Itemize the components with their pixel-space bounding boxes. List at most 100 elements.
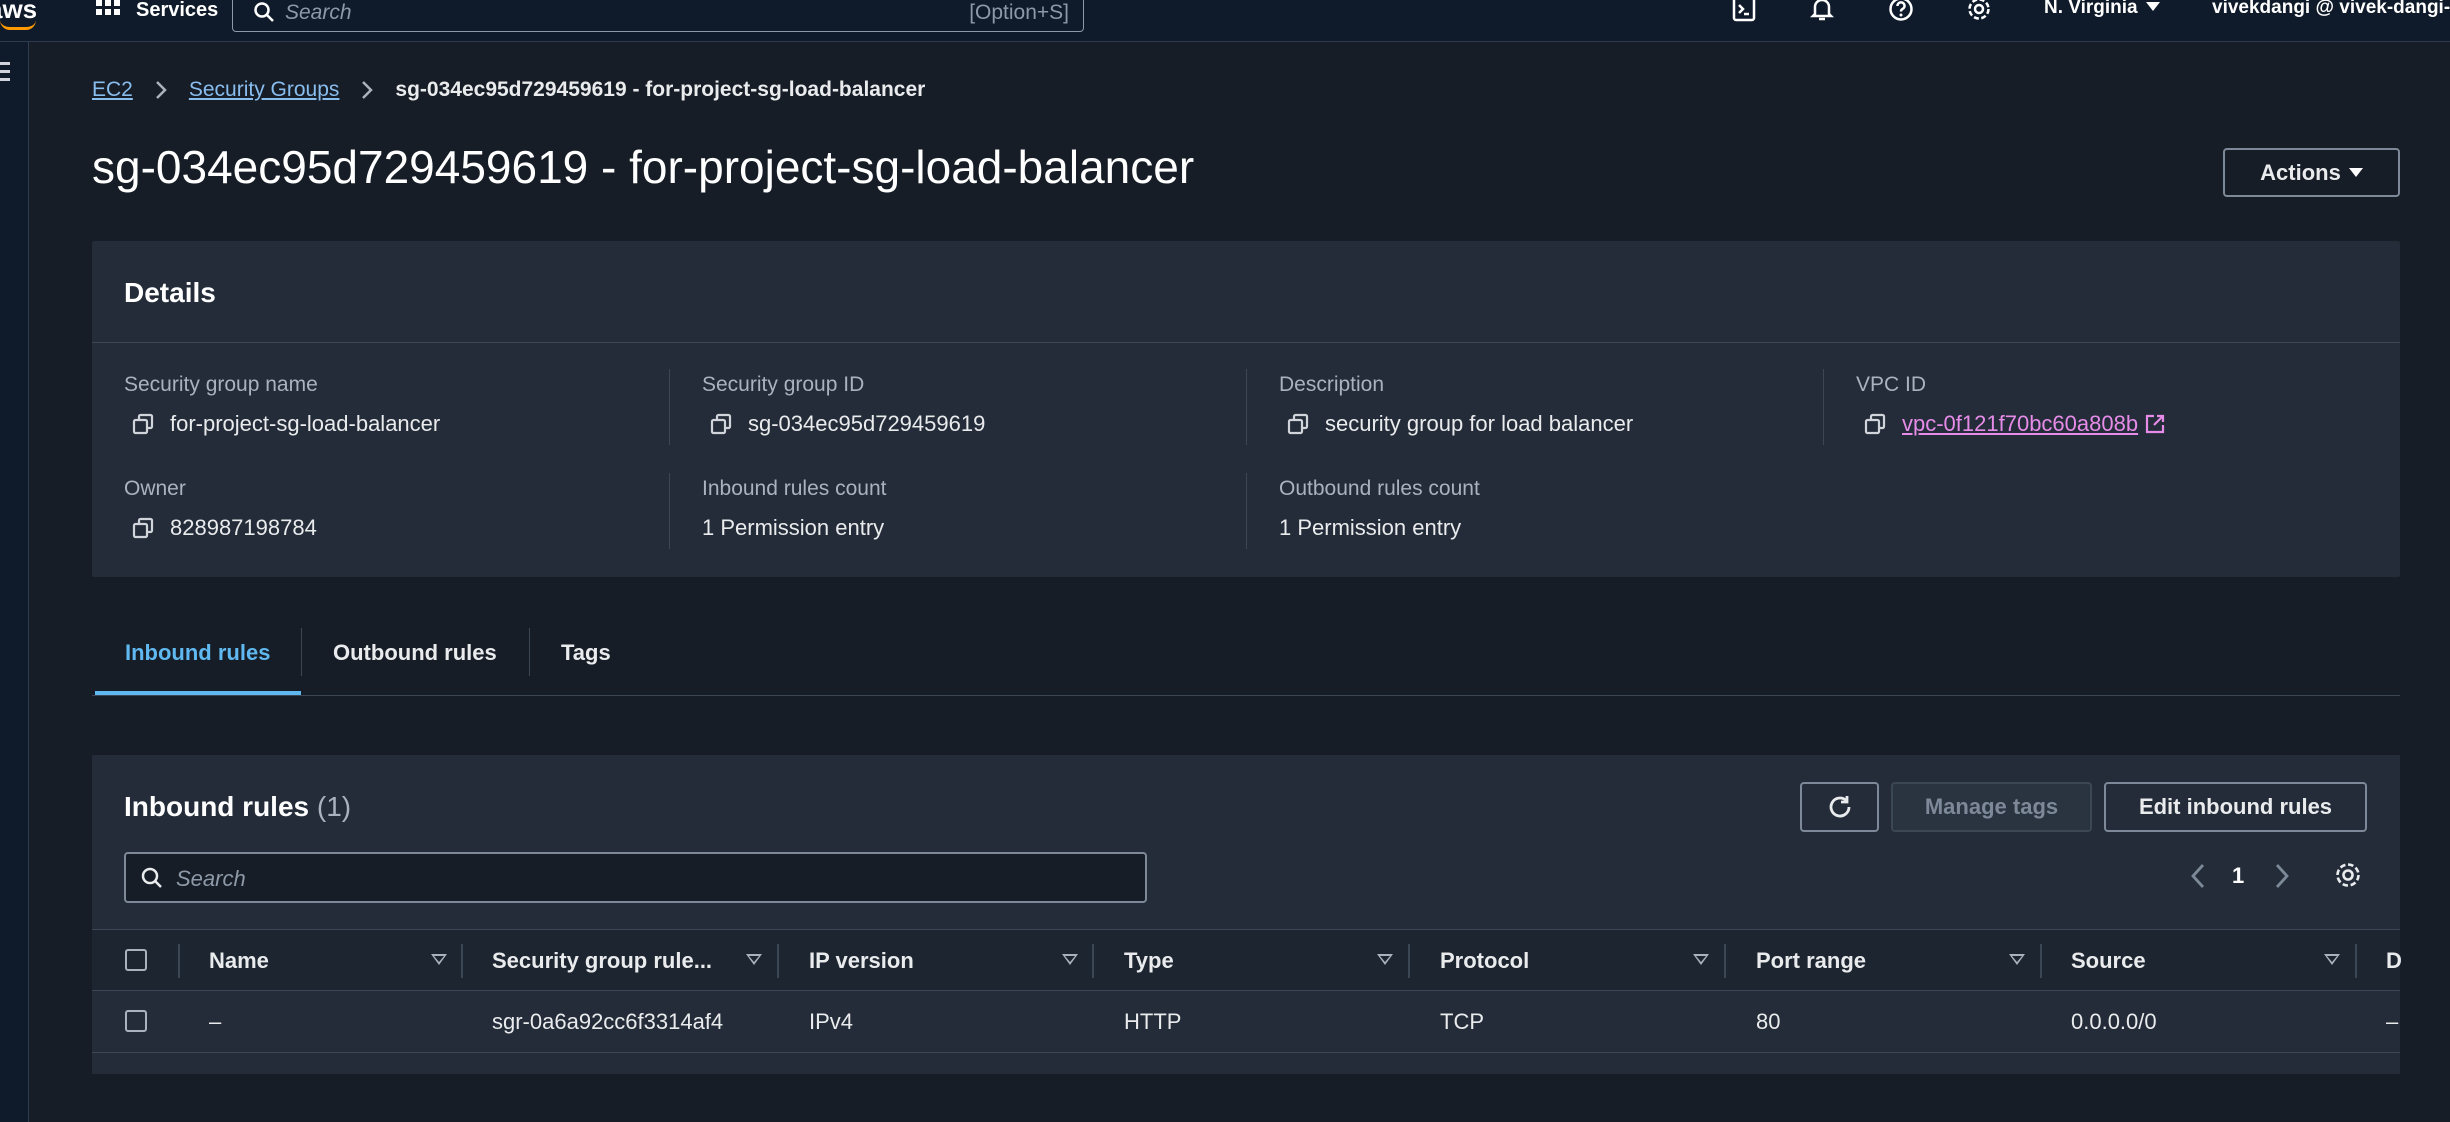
column-header-source[interactable]: Source [2071,948,2146,974]
refresh-button[interactable] [1800,782,1879,832]
column-divider [1092,944,1094,978]
side-navigation-rail [0,42,29,1122]
account-menu[interactable]: vivekdangi @ vivek-dangi-a [2212,0,2450,19]
top-navigation: aws Services Search [Option+S] N. Virgin… [0,0,2450,42]
column-header-name[interactable]: Name [209,948,269,974]
page-number[interactable]: 1 [2232,863,2244,889]
divider [1246,473,1247,549]
column-header-rule-id[interactable]: Security group rule... [492,948,712,974]
field-inbound-rules-count: Inbound rules count 1 Permission entry [702,477,886,541]
field-label: Description [1279,373,1385,396]
field-label: Security group ID [702,373,865,396]
breadcrumb-security-groups[interactable]: Security Groups [189,78,340,102]
inbound-rules-count: (1) [316,791,352,822]
column-header-protocol[interactable]: Protocol [1440,948,1529,974]
field-value: 1 Permission entry [1279,515,1462,540]
field-value: sg-034ec95d729459619 [748,411,986,436]
tab-outbound-rules[interactable]: Outbound rules [333,640,497,666]
select-all-checkbox[interactable] [125,949,147,971]
divider [1823,369,1824,445]
cell-protocol: TCP [1440,1009,1484,1034]
active-tab-indicator [95,691,301,695]
table-row[interactable]: – sgr-0a6a92cc6f3314af4 IPv4 HTTP TCP 80… [92,991,2400,1053]
chevron-right-icon [155,81,167,99]
search-shortcut: [Option+S] [969,1,1069,24]
region-label: N. Virginia [2044,0,2138,18]
inbound-rules-heading: Inbound rules [124,791,310,822]
copy-icon[interactable] [1864,413,1886,435]
sort-icon[interactable] [1377,954,1393,965]
field-label: Inbound rules count [702,477,887,500]
column-header-type[interactable]: Type [1124,948,1174,974]
manage-tags-button[interactable]: Manage tags [1891,782,2092,832]
external-link-icon [2145,414,2165,434]
chevron-right-icon[interactable] [2274,863,2290,889]
field-value: for-project-sg-load-balancer [170,411,441,436]
field-security-group-id: Security group ID sg-034ec95d729459619 [702,373,985,437]
divider [1246,369,1247,445]
field-description: Description security group for load bala… [1279,373,1633,437]
divider [669,369,670,445]
sort-icon[interactable] [1693,954,1709,965]
menu-icon[interactable] [0,62,10,82]
services-menu[interactable]: Services [136,0,218,22]
table-header: Name Security group rule... IP version T… [92,929,2402,991]
column-divider [777,944,779,978]
edit-inbound-rules-button[interactable]: Edit inbound rules [2104,782,2367,832]
column-header-description[interactable]: D [2386,948,2402,974]
breadcrumb-ec2[interactable]: EC2 [92,78,133,102]
actions-button[interactable]: Actions [2223,148,2400,197]
bell-icon[interactable] [1809,0,1835,22]
tab-tags[interactable]: Tags [561,640,611,666]
cell-ip-version: IPv4 [809,1009,854,1034]
inbound-rules-title: Inbound rules (1) [124,791,351,823]
inbound-rules-panel: Inbound rules (1) Manage tags Edit inbou… [92,755,2402,1074]
page-title: sg-034ec95d729459619 - for-project-sg-lo… [92,141,1195,193]
tab-divider [301,628,302,676]
rules-search-placeholder: Search [176,866,246,891]
rules-search-input[interactable]: Search [124,852,1147,903]
cell-port-range: 80 [1756,1009,1781,1034]
help-icon[interactable] [1888,0,1914,22]
details-panel: Details Security group name for-project-… [92,241,2400,577]
tab-bar: Inbound rules Outbound rules Tags [92,624,2400,696]
cloudshell-icon[interactable] [1732,0,1756,22]
field-owner: Owner 828987198784 [124,477,317,541]
vpc-id-link[interactable]: vpc-0f121f70bc60a808b [1902,411,2138,437]
table-settings-icon[interactable] [2334,861,2362,889]
row-checkbox[interactable] [125,1010,147,1032]
sort-icon[interactable] [2324,954,2340,965]
caret-down-icon [2348,168,2363,177]
tab-divider [529,628,530,676]
caret-down-icon [2145,2,2160,11]
aws-smile-icon [0,20,36,30]
search-placeholder: Search [285,1,352,24]
settings-icon[interactable] [1966,0,1992,22]
column-divider [2040,944,2042,978]
copy-icon[interactable] [1287,413,1309,435]
cell-type: HTTP [1124,1009,1182,1034]
cell-source: 0.0.0.0/0 [2071,1009,2157,1034]
copy-icon[interactable] [132,413,154,435]
field-value: 828987198784 [170,515,317,540]
field-label: Owner [124,477,186,500]
sort-icon[interactable] [746,954,762,965]
column-divider [1408,944,1410,978]
column-header-ip-version[interactable]: IP version [809,948,914,974]
sort-icon[interactable] [1062,954,1078,965]
search-icon [141,867,162,888]
global-search-input[interactable]: Search [Option+S] [232,0,1084,32]
services-grid-icon[interactable] [96,0,120,22]
details-header [92,241,2400,343]
tab-inbound-rules[interactable]: Inbound rules [125,640,270,666]
chevron-right-icon [362,81,374,99]
sort-icon[interactable] [2009,954,2025,965]
column-divider [2355,944,2357,978]
copy-icon[interactable] [710,413,732,435]
column-header-port-range[interactable]: Port range [1756,948,1866,974]
copy-icon[interactable] [132,517,154,539]
sort-icon[interactable] [431,954,447,965]
region-selector[interactable]: N. Virginia [2044,0,2160,19]
chevron-left-icon[interactable] [2190,863,2206,889]
field-outbound-rules-count: Outbound rules count 1 Permission entry [1279,477,1480,541]
